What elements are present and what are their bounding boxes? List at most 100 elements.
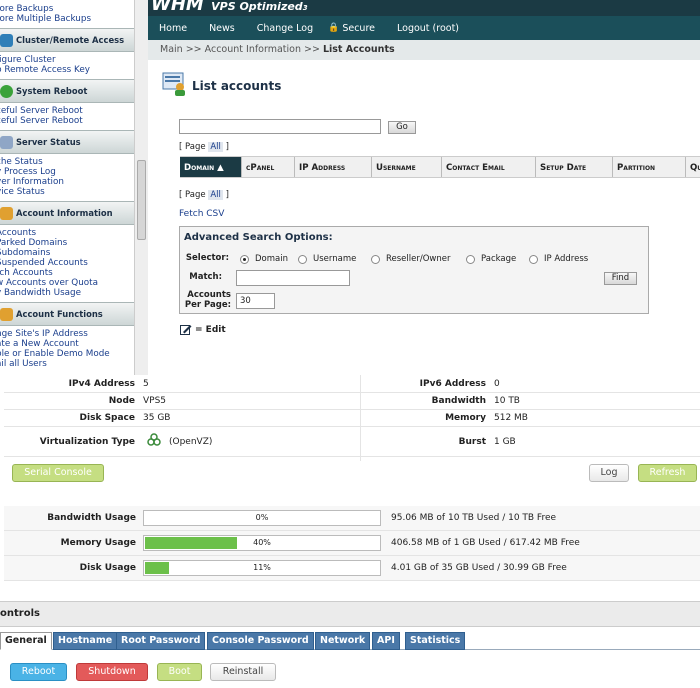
- sidebar-link[interactable]: nge Site's IP Address: [0, 329, 148, 339]
- col-setup-date[interactable]: Setup Date: [536, 157, 613, 177]
- fetch-csv-link[interactable]: Fetch CSV: [179, 209, 224, 219]
- usage-row: Bandwidth Usage 0% 95.06 MB of 10 TB Use…: [4, 506, 700, 531]
- shutdown-button[interactable]: Shutdown: [76, 663, 148, 681]
- usage-detail: 406.58 MB of 1 GB Used / 617.42 MB Free: [391, 538, 580, 548]
- sidebar-link[interactable]: ail all Users: [0, 359, 148, 369]
- ipv6-label: IPv6 Address: [419, 379, 486, 389]
- sidebar-section-status[interactable]: Server Status: [0, 130, 148, 154]
- find-button[interactable]: Find: [604, 272, 637, 285]
- sidebar-link[interactable]: w Accounts over Quota: [0, 278, 148, 288]
- sidebar-section-title: Cluster/Remote Access: [16, 35, 125, 45]
- disk-usage-bar: 11%: [143, 560, 381, 576]
- sidebar-link[interactable]: ceful Server Reboot: [0, 116, 148, 126]
- sidebar-link[interactable]: figure Cluster: [0, 55, 148, 65]
- col-cpanel[interactable]: cPanel: [242, 157, 295, 177]
- user-icon: [0, 307, 13, 321]
- tab-api[interactable]: API: [372, 632, 400, 650]
- sidebar-link[interactable]: Accounts: [0, 228, 148, 238]
- nav-secure[interactable]: Secure: [342, 23, 375, 34]
- col-partition[interactable]: Partition: [613, 157, 686, 177]
- page-all-link[interactable]: All: [208, 190, 223, 200]
- whm-frame: tore Backups tore Multiple Backups Clust…: [0, 0, 700, 375]
- sidebar-link[interactable]: rch Accounts: [0, 268, 148, 278]
- controls-header: ontrols: [0, 601, 700, 627]
- info-row: Virtualization Type (OpenVZ) Burst 1 GB: [4, 427, 700, 457]
- reinstall-button[interactable]: Reinstall: [210, 663, 276, 681]
- sidebar-link[interactable]: v Bandwidth Usage: [0, 288, 148, 298]
- edit-icon: [180, 325, 192, 335]
- radio-username[interactable]: Username: [298, 254, 356, 264]
- tab-statistics[interactable]: Statistics: [405, 632, 466, 650]
- sidebar-link[interactable]: Suspended Accounts: [0, 258, 148, 268]
- radio-package[interactable]: Package: [466, 254, 516, 264]
- reboot-button[interactable]: Reboot: [10, 663, 67, 681]
- radio-reseller-owner[interactable]: Reseller/Owner: [371, 254, 450, 264]
- col-username[interactable]: Username: [372, 157, 442, 177]
- log-button[interactable]: Log: [589, 464, 629, 482]
- sidebar-section-title: System Reboot: [16, 86, 88, 96]
- sidebar-link[interactable]: ver Information: [0, 177, 148, 187]
- radio-ip-address[interactable]: IP Address: [529, 254, 588, 264]
- usage-detail: 95.06 MB of 10 TB Used / 10 TB Free: [391, 513, 557, 523]
- ipv4-value: 5: [143, 379, 149, 389]
- sidebar-section-account-functions[interactable]: Account Functions: [0, 302, 148, 326]
- tab-network[interactable]: Network: [315, 632, 371, 650]
- per-page-input[interactable]: 30: [236, 293, 275, 309]
- sidebar-link[interactable]: ceful Server Reboot: [0, 106, 148, 116]
- sidebar-link[interactable]: tore Multiple Backups: [0, 14, 148, 24]
- tab-root-password[interactable]: Root Password: [116, 632, 206, 650]
- advanced-search-title: Advanced Search Options:: [184, 232, 333, 243]
- breadcrumb: Main >> Account Information >> List Acco…: [148, 40, 700, 60]
- sidebar-link[interactable]: ate a New Account: [0, 339, 148, 349]
- serial-console-button[interactable]: Serial Console: [12, 464, 104, 482]
- sidebar-section-title: Server Status: [16, 137, 81, 147]
- scrollbar-thumb[interactable]: [137, 160, 146, 240]
- nav-change-log[interactable]: Change Log: [257, 23, 313, 34]
- boot-button[interactable]: Boot: [157, 663, 202, 681]
- breadcrumb-path[interactable]: Main >> Account Information >>: [160, 44, 323, 55]
- sidebar-section-title: Account Functions: [16, 309, 103, 319]
- col-contact-email[interactable]: Contact Email: [442, 157, 536, 177]
- sidebar-link[interactable]: ble or Enable Demo Mode: [0, 349, 148, 359]
- bandwidth-label: Bandwidth: [431, 396, 486, 406]
- sidebar-link[interactable]: p Remote Access Key: [0, 65, 148, 75]
- radio-domain[interactable]: Domain: [240, 254, 288, 264]
- ipv6-value: 0: [494, 379, 500, 389]
- node-label: Node: [108, 396, 135, 406]
- sidebar-link[interactable]: Subdomains: [0, 248, 148, 258]
- pager-bottom: [ Page All ]: [179, 190, 229, 200]
- nav-home[interactable]: Home: [159, 23, 187, 34]
- sidebar-section-cluster[interactable]: Cluster/Remote Access: [0, 28, 148, 52]
- sidebar-scrollbar[interactable]: [134, 0, 148, 375]
- search-input[interactable]: [179, 119, 381, 134]
- top-nav: Home News Change Log 🔒 Secure Logout (ro…: [148, 16, 700, 40]
- sidebar-section-reboot[interactable]: System Reboot: [0, 79, 148, 103]
- top-bar: WHM VPS Optimized3 Home News Change Log …: [148, 0, 700, 40]
- sidebar-link[interactable]: Parked Domains: [0, 238, 148, 248]
- sidebar-section-account-info[interactable]: Account Information: [0, 201, 148, 225]
- usage-detail: 4.01 GB of 35 GB Used / 30.99 GB Free: [391, 563, 567, 573]
- bandwidth-usage-bar: 0%: [143, 510, 381, 526]
- col-quota[interactable]: Qu: [686, 157, 700, 177]
- go-button[interactable]: Go: [388, 121, 416, 134]
- match-input[interactable]: [236, 270, 350, 286]
- nav-news[interactable]: News: [209, 23, 235, 34]
- tab-general[interactable]: General: [0, 632, 52, 650]
- refresh-button[interactable]: Refresh: [638, 464, 697, 482]
- edit-legend: = Edit: [180, 324, 226, 335]
- col-ip-address[interactable]: IP Address: [295, 157, 372, 177]
- nav-logout[interactable]: Logout (root): [397, 23, 459, 34]
- tab-hostname[interactable]: Hostname: [53, 632, 118, 650]
- accounts-table-header: Domain ▲ cPanel IP Address Username Cont…: [180, 156, 700, 178]
- sidebar-link[interactable]: y Process Log: [0, 167, 148, 177]
- usage-row: Memory Usage 40% 406.58 MB of 1 GB Used …: [4, 531, 700, 556]
- page-all-link[interactable]: All: [208, 142, 223, 152]
- col-domain[interactable]: Domain ▲: [180, 157, 242, 177]
- bandwidth-value: 10 TB: [494, 396, 520, 406]
- sidebar-link[interactable]: che Status: [0, 157, 148, 167]
- sidebar-link[interactable]: tore Backups: [0, 4, 148, 14]
- info-row: Disk Space 35 GB Memory 512 MB: [4, 410, 700, 427]
- sidebar-link[interactable]: vice Status: [0, 187, 148, 197]
- vps-panel: IPv4 Address 5 IPv6 Address 0 Node VPS5 …: [0, 375, 700, 688]
- tab-console-password[interactable]: Console Password: [207, 632, 314, 650]
